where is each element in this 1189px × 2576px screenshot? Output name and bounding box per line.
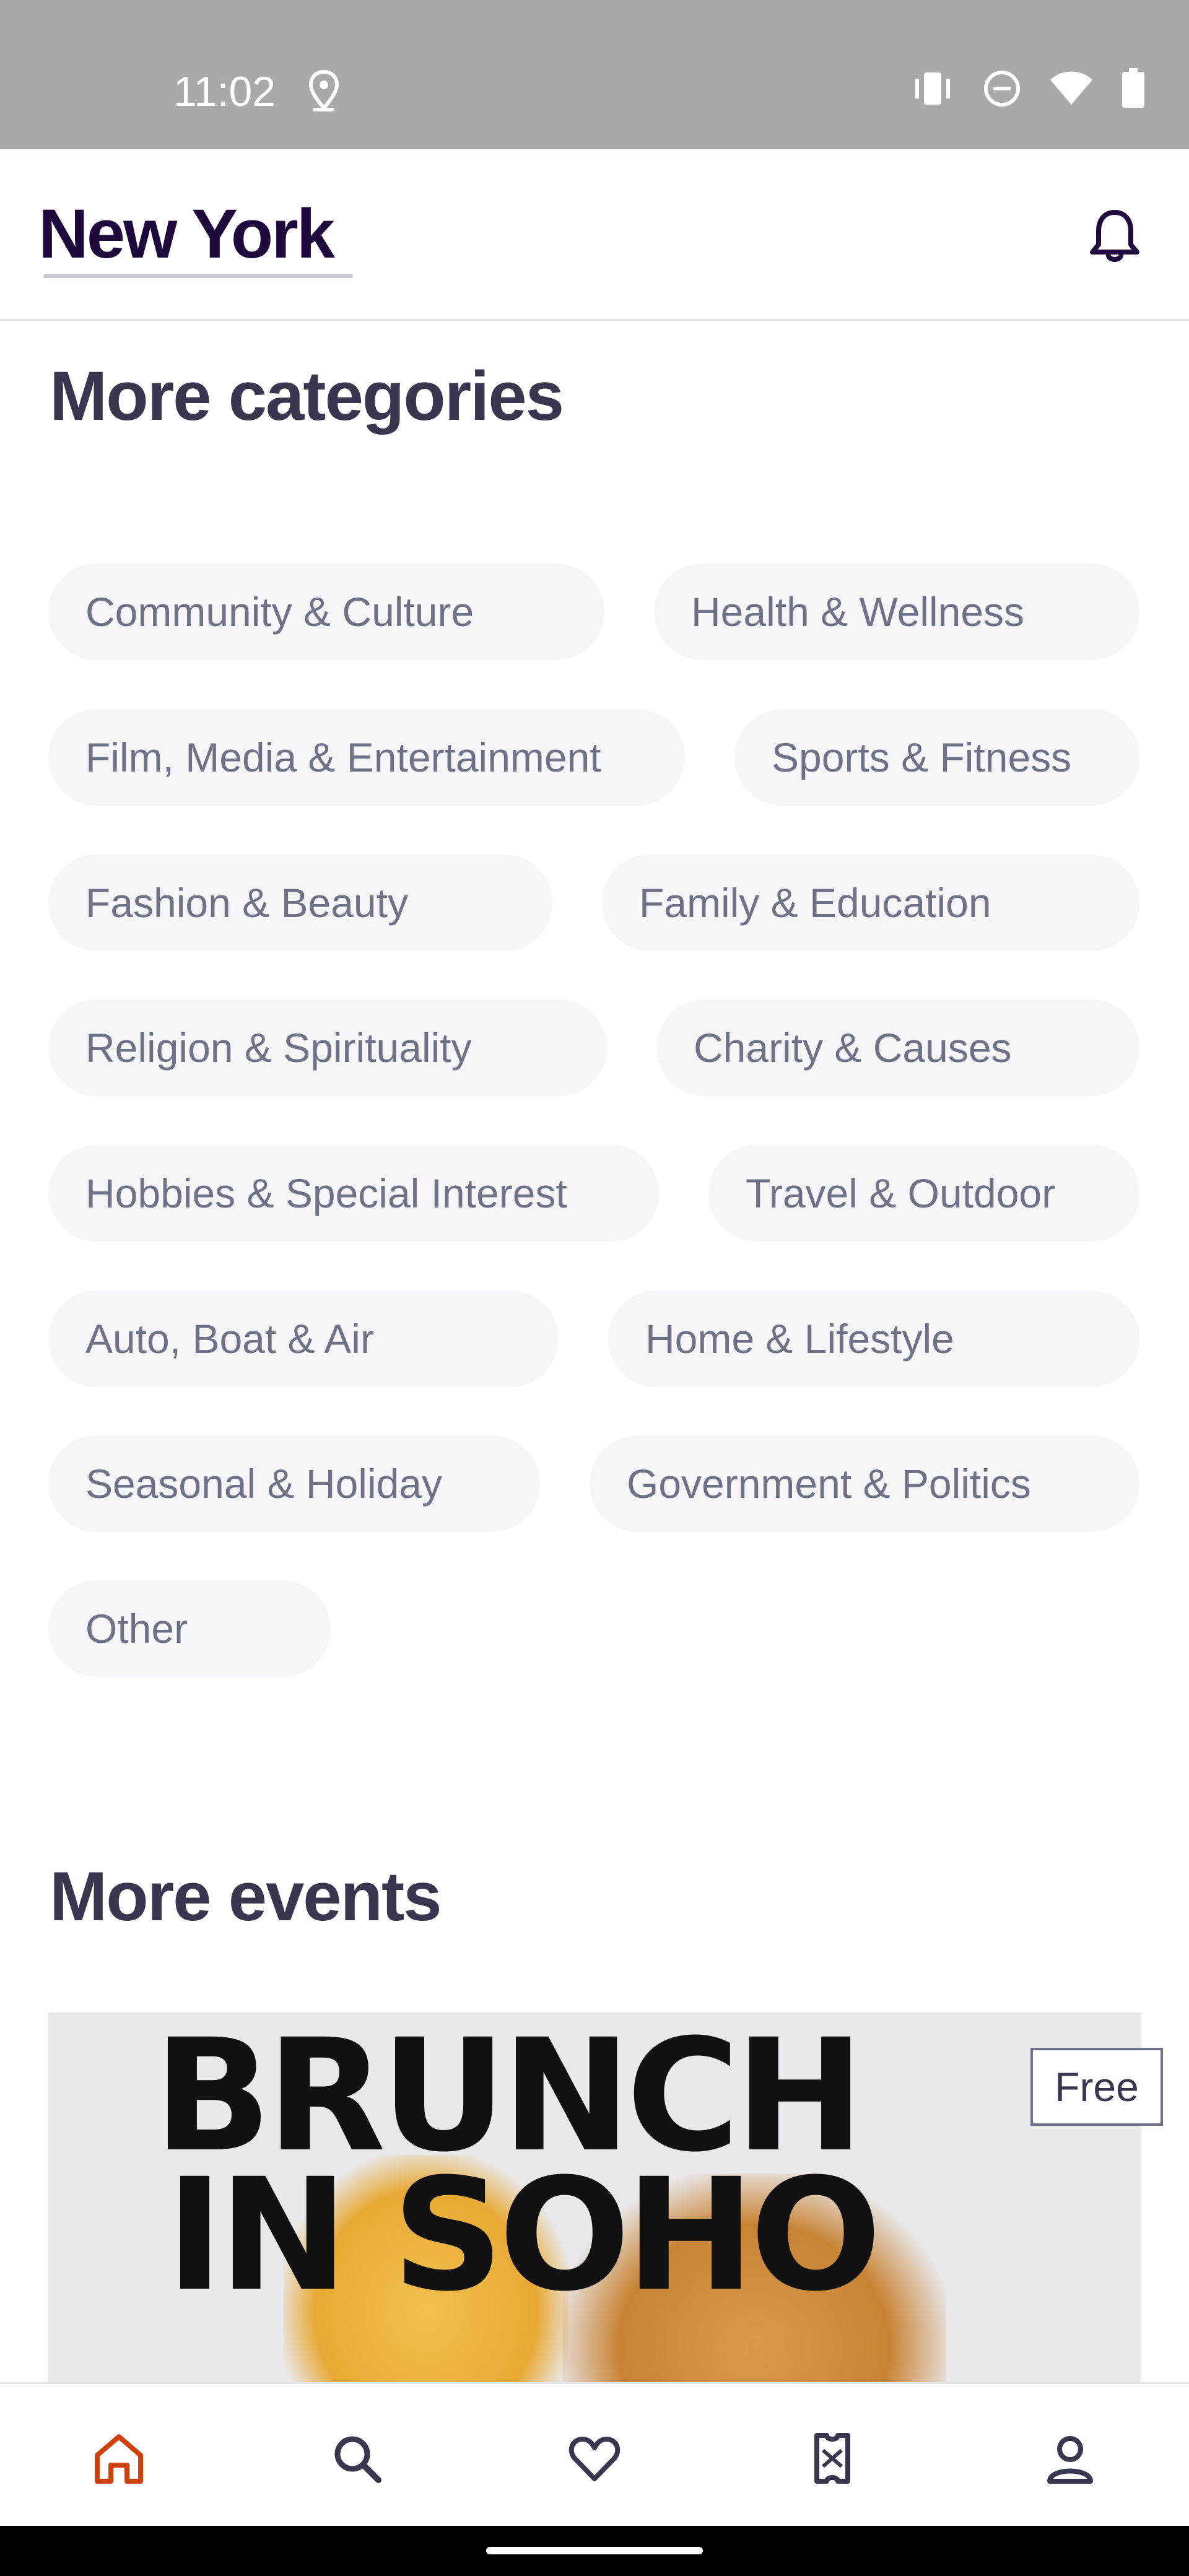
location-underline: [43, 274, 353, 278]
category-chip[interactable]: Religion & Spirituality: [48, 999, 607, 1096]
wifi-icon: [1049, 70, 1094, 110]
category-chip[interactable]: Charity & Causes: [656, 999, 1139, 1096]
status-bar: 11:02: [0, 0, 1189, 149]
category-chip[interactable]: Travel & Outdoor: [708, 1145, 1139, 1242]
event-card-image[interactable]: BRUNCH IN SOHO: [48, 2012, 1141, 2384]
bell-icon[interactable]: [1085, 206, 1144, 268]
category-chip[interactable]: Other: [48, 1580, 331, 1677]
location-icon: [308, 69, 339, 115]
price-badge: Free: [1030, 2048, 1163, 2126]
category-chip[interactable]: Community & Culture: [48, 564, 604, 660]
category-chip[interactable]: Family & Education: [602, 855, 1139, 951]
status-icons: [910, 68, 1146, 111]
system-gesture-bar: [0, 2526, 1189, 2576]
location-selector[interactable]: New York: [38, 194, 335, 274]
bottom-navigation: [0, 2382, 1189, 2528]
event-poster-line-2: IN SOHO: [166, 2145, 882, 2325]
status-time: 11:02: [173, 68, 276, 115]
gesture-handle[interactable]: [486, 2547, 703, 2554]
home-icon[interactable]: [88, 2427, 150, 2489]
category-chip[interactable]: Seasonal & Holiday: [48, 1435, 540, 1532]
heart-icon[interactable]: [564, 2427, 625, 2489]
category-chip[interactable]: Fashion & Beauty: [48, 855, 552, 951]
category-chip[interactable]: Auto, Boat & Air: [48, 1290, 559, 1387]
category-chip[interactable]: Health & Wellness: [654, 564, 1139, 660]
more-events-title: More events: [50, 1858, 442, 1935]
category-chip[interactable]: Hobbies & Special Interest: [48, 1145, 659, 1242]
profile-icon[interactable]: [1039, 2427, 1101, 2489]
category-chip[interactable]: Home & Lifestyle: [608, 1290, 1139, 1387]
search-icon[interactable]: [326, 2427, 388, 2489]
category-chip[interactable]: Film, Media & Entertainment: [48, 709, 685, 806]
ticket-icon[interactable]: [801, 2427, 863, 2489]
vibrate-icon: [910, 70, 955, 110]
do-not-disturb-icon: [982, 69, 1022, 111]
more-categories-title: More categories: [50, 357, 564, 435]
app-header: New York: [0, 149, 1189, 321]
battery-icon: [1121, 68, 1146, 111]
category-chip[interactable]: Sports & Fitness: [734, 709, 1139, 806]
category-chip[interactable]: Government & Politics: [590, 1435, 1139, 1532]
